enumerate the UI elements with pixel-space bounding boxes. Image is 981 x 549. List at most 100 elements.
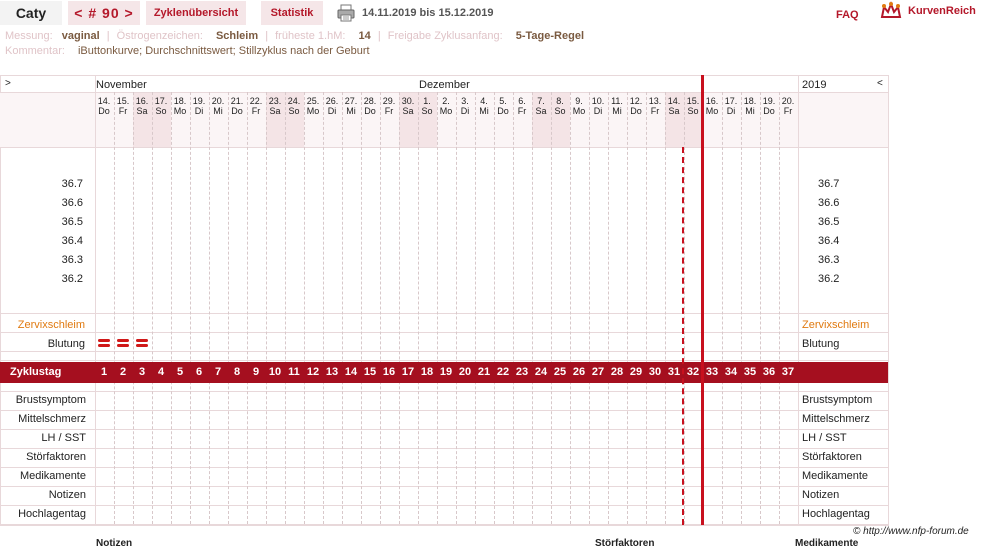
symptom-label-right: Medikamente (802, 470, 869, 482)
temperature-label: 36.5 (818, 216, 840, 228)
cycle-day-number: 1 (100, 366, 108, 378)
grid-vline (266, 92, 267, 524)
grid-vline (589, 92, 590, 524)
temperature-label: 36.6 (818, 197, 840, 209)
day-number: 25. (306, 96, 320, 106)
bleeding-mark (117, 339, 129, 342)
day-weekday: Mi (213, 106, 223, 116)
cycle-day-number: 29 (629, 366, 643, 378)
day-number: 17. (154, 96, 168, 106)
year-label: 2019 (802, 79, 827, 91)
cycle-day-number: 26 (572, 366, 586, 378)
grid-vline (627, 92, 628, 524)
temperature-label: 36.5 (61, 216, 83, 228)
cycle-day-number: 34 (724, 366, 738, 378)
grid-vline (152, 92, 153, 524)
bleeding-mark (136, 339, 148, 342)
day-weekday: Do (763, 106, 775, 116)
comment-info-line: Kommentar: iButtonkurve; Durchschnittswe… (5, 45, 370, 57)
day-weekday: Sa (269, 106, 281, 116)
measurement-info-line: Messung: vaginal | Östrogenzeichen: Schl… (5, 30, 584, 42)
day-number: 24. (287, 96, 301, 106)
grid-vline (608, 92, 609, 524)
cycle-day-number: 24 (534, 366, 548, 378)
oestrogen-label: Östrogenzeichen: (116, 30, 203, 42)
separator: | (377, 30, 381, 42)
date-range: 14.11.2019 bis 15.12.2019 (362, 7, 494, 19)
grid-vline (247, 92, 248, 524)
temperature-label: 36.4 (818, 235, 840, 247)
symptom-label-left: Brustsymptom (15, 394, 86, 406)
cycle-day-number: 22 (496, 366, 510, 378)
blutung-label-left: Blutung (47, 338, 85, 350)
day-number: 20. (781, 96, 795, 106)
logo-text[interactable]: KurvenReich (908, 5, 976, 17)
day-number: 12. (629, 96, 643, 106)
cycle-day-number: 31 (667, 366, 681, 378)
day-number: 18. (173, 96, 187, 106)
messung-value: vaginal (61, 30, 100, 42)
oestrogen-value: Schleim (215, 30, 259, 42)
day-weekday: So (554, 106, 566, 116)
day-weekday: Sa (535, 106, 547, 116)
day-weekday: Sa (668, 106, 680, 116)
day-weekday: Mo (306, 106, 320, 116)
symptom-label-left: Hochlagentag (18, 508, 86, 520)
faq-link[interactable]: FAQ (836, 9, 859, 21)
day-weekday: Di (726, 106, 736, 116)
day-number: 6. (518, 96, 526, 106)
grid-vline (133, 92, 134, 524)
day-number: 5. (499, 96, 507, 106)
tab-cycle-overview[interactable]: Zyklenübersicht (146, 1, 246, 25)
day-number: 28. (363, 96, 377, 106)
grid-vline (456, 92, 457, 524)
day-weekday: Di (194, 106, 204, 116)
day-number: 23. (268, 96, 282, 106)
month-november: November (96, 79, 147, 91)
today-marker (701, 75, 704, 525)
grid-vline (551, 92, 552, 524)
cycle-day-number: 16 (382, 366, 396, 378)
tab-statistics[interactable]: Statistik (261, 1, 323, 25)
user-name: Caty (0, 1, 62, 25)
cycle-navigator[interactable]: < # 90 > (68, 1, 140, 25)
cycle-day-number: 2 (119, 366, 127, 378)
kommentar-label: Kommentar: (5, 45, 65, 57)
day-number: 16. (135, 96, 149, 106)
cycle-day-number: 18 (420, 366, 434, 378)
day-number: 19. (192, 96, 206, 106)
day-weekday: So (288, 106, 300, 116)
grid-vline (665, 92, 666, 524)
bleeding-mark (98, 344, 110, 347)
grid-vline (513, 92, 514, 524)
day-number: 11. (611, 96, 623, 106)
grid-vline (741, 92, 742, 524)
symptom-label-right: Brustsymptom (802, 394, 873, 406)
day-weekday: Fr (517, 106, 527, 116)
printer-icon[interactable] (337, 4, 355, 22)
cycle-day-number: 30 (648, 366, 662, 378)
cycle-day-number: 9 (252, 366, 260, 378)
cycle-day-bar: Zyklustag 1 2 3 4 5 6 7 8 9 10 11 12 13 14 15 16 17 18 19 2… (0, 362, 888, 383)
grid-vline (418, 92, 419, 524)
crown-logo-icon[interactable] (880, 1, 902, 21)
day-number: 20. (211, 96, 225, 106)
symptom-label-left: Störfaktoren (26, 451, 86, 463)
day-weekday: Mo (439, 106, 453, 116)
cycle-day-number: 35 (743, 366, 757, 378)
day-number: 27. (344, 96, 358, 106)
day-weekday: Mo (173, 106, 187, 116)
day-number: 18. (743, 96, 757, 106)
nav-right-arrow[interactable]: < (877, 78, 883, 89)
day-number: 13. (648, 96, 662, 106)
grid-vline (304, 92, 305, 524)
cycle-day-number: 33 (705, 366, 719, 378)
nav-left-arrow[interactable]: > (5, 78, 11, 89)
grid-vline (532, 92, 533, 524)
cycle-day-number: 21 (477, 366, 491, 378)
cycle-day-number: 10 (268, 366, 282, 378)
day-weekday: Do (231, 106, 243, 116)
cycle-day-number: 32 (686, 366, 700, 378)
day-weekday: Mi (745, 106, 755, 116)
fruehste-label: früheste 1.hM: (275, 30, 346, 42)
